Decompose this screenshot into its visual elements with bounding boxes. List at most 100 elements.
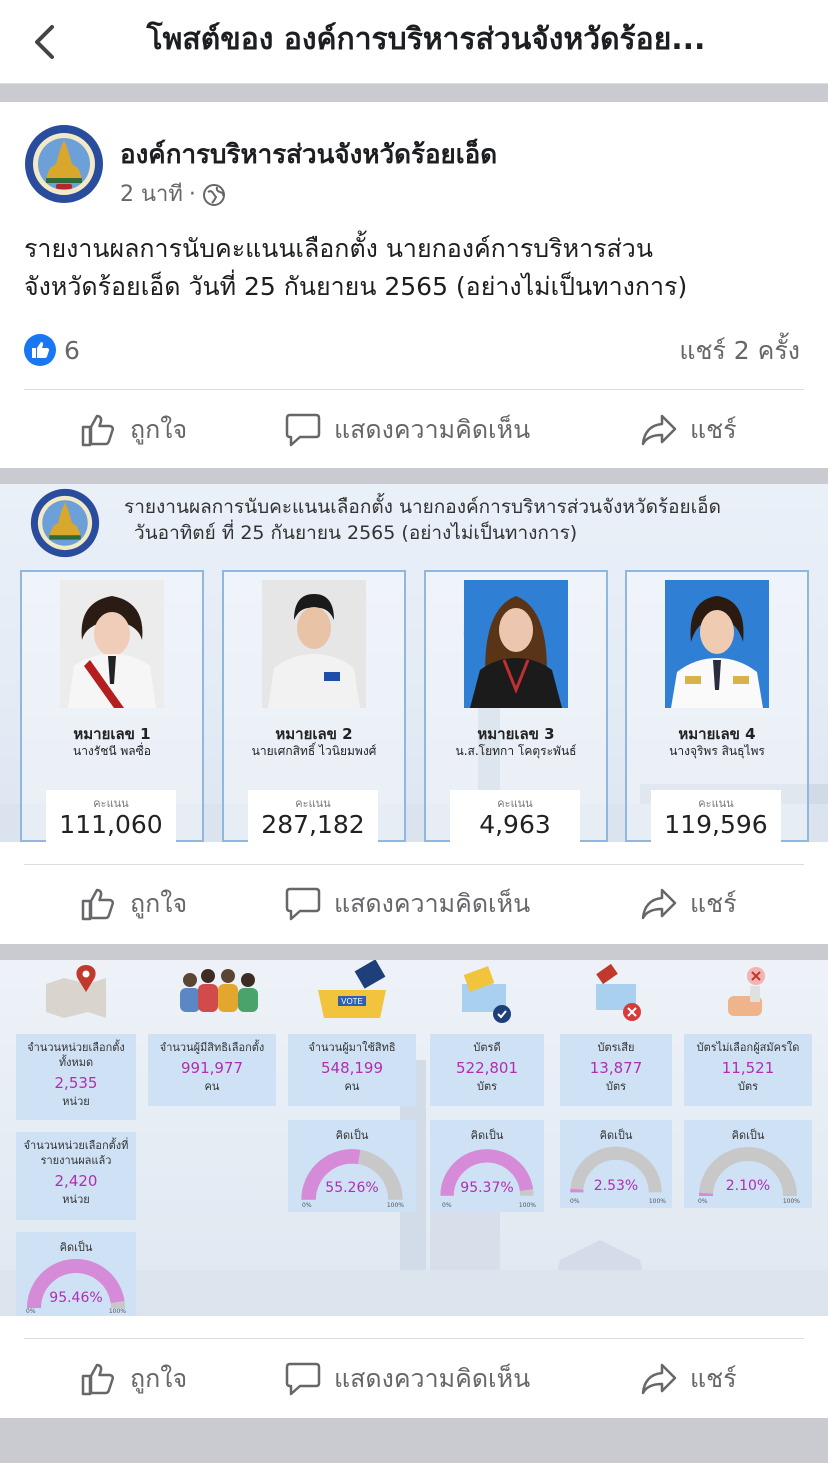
stat-box-valid-ballots: บัตรดี 522,801 บัตร — [430, 1034, 544, 1106]
post-text: รายงานผลการนับคะแนนเลือกตั้ง นายกองค์การ… — [24, 230, 814, 306]
meta-separator: · — [188, 182, 196, 207]
candidate-photo — [262, 580, 366, 708]
stat-unit: บัตร — [737, 1080, 759, 1093]
stat-box-invalid-ballots: บัตรเสีย 13,877 บัตร — [560, 1034, 672, 1106]
share-count[interactable]: แชร์ 2 ครั้ง — [679, 334, 800, 368]
post-text-line: รายงานผลการนับคะแนนเลือกตั้ง นายกองค์การ… — [24, 234, 653, 263]
ballot-box-icon: VOTE — [318, 960, 386, 1018]
like-label: ถูกใจ — [130, 889, 188, 918]
share-arrow-icon — [641, 888, 677, 920]
stat-value: 548,199 — [320, 1059, 384, 1077]
thumbs-up-icon — [81, 414, 115, 447]
gauge-scale-min: 0% — [26, 1308, 36, 1315]
back-button[interactable] — [28, 22, 60, 62]
like-reaction-icon — [24, 334, 56, 366]
gauge-scale-min: 0% — [442, 1202, 452, 1209]
thumbs-up-icon — [81, 1363, 115, 1396]
map-pin-icon — [46, 965, 106, 1018]
gauge-scale-min: 0% — [570, 1198, 580, 1205]
vote-count: 4,963 — [479, 810, 551, 839]
gauge-label: คิดเป็น — [59, 1241, 93, 1254]
comment-bubble-icon — [285, 887, 321, 921]
action-bar: ถูกใจ แสดงความคิดเห็น แชร์ — [0, 866, 828, 942]
like-button[interactable]: ถูกใจ — [80, 410, 187, 450]
candidate-card: หมายเลข 4 นางจุริพร สินธุไพร คะแนน 119,5… — [625, 570, 809, 846]
share-button[interactable]: แชร์ — [640, 884, 737, 924]
stat-label: บัตรไม่เลือกผู้สมัครใด — [696, 1041, 800, 1054]
candidate-photo — [60, 580, 164, 708]
stat-label: บัตรเสีย — [597, 1041, 635, 1054]
no-vote-hand-icon — [728, 967, 765, 1016]
gauge-chart — [301, 1149, 403, 1201]
share-button[interactable]: แชร์ — [640, 1359, 737, 1399]
stat-box-no-vote-ballots: บัตรไม่เลือกผู้สมัครใด 11,521 บัตร — [684, 1034, 812, 1106]
stat-box-reported-units: จำนวนหน่วยเลือกตั้งที่รายงานผลแล้ว 2,420… — [16, 1132, 136, 1220]
like-button[interactable]: ถูกใจ — [80, 884, 187, 924]
divider — [24, 864, 804, 865]
divider — [24, 389, 804, 390]
like-summary[interactable]: 6 — [24, 334, 80, 366]
vote-count: 287,182 — [261, 810, 365, 839]
candidate-photo — [464, 580, 568, 708]
thumbs-up-icon — [81, 888, 115, 921]
page-name[interactable]: องค์การบริหารส่วนจังหวัดร้อยเอ็ด — [120, 138, 497, 172]
gauge-no-vote: คิดเป็น 2.10% 0% 100% — [684, 1120, 812, 1208]
report-title-line: รายงานผลการนับคะแนนเลือกตั้ง นายกองค์การ… — [124, 496, 721, 518]
comment-button[interactable]: แสดงความคิดเห็น — [284, 884, 530, 924]
stat-unit: คน — [344, 1080, 360, 1093]
stat-unit: หน่วย — [62, 1193, 90, 1206]
gauge-scale-min: 0% — [698, 1198, 708, 1205]
post-meta: 2 นาที · — [120, 180, 226, 210]
gauge-value: 2.10% — [725, 1178, 771, 1194]
gauge-label: คิดเป็น — [335, 1129, 369, 1142]
stat-unit: คน — [204, 1080, 220, 1093]
gauge-value: 95.37% — [460, 1180, 514, 1196]
candidate-name: นายเศกสิทธิ์ ไวนิยมพงศ์ — [251, 744, 377, 758]
like-count: 6 — [64, 335, 80, 365]
candidate-name: นางรัชนี พลซื่อ — [72, 744, 152, 758]
gauge-scale-max: 100% — [782, 1198, 800, 1205]
gauge-scale-max: 100% — [518, 1202, 536, 1209]
share-button[interactable]: แชร์ — [640, 410, 737, 450]
gauge-invalid: คิดเป็น 2.53% 0% 100% — [560, 1120, 672, 1208]
stat-box-eligible-voters: จำนวนผู้มีสิทธิเลือกตั้ง 991,977 คน — [148, 1034, 276, 1106]
vote-badge: VOTE — [341, 997, 363, 1006]
stat-box-total-units: จำนวนหน่วยเลือกตั้งทั้งหมด 2,535 หน่วย — [16, 1034, 136, 1120]
stat-label: จำนวนผู้มีสิทธิเลือกตั้ง — [159, 1041, 265, 1054]
post-time[interactable]: 2 นาที — [120, 180, 183, 210]
like-button[interactable]: ถูกใจ — [80, 1359, 187, 1399]
action-bar: ถูกใจ แสดงความคิดเห็น แชร์ — [0, 1341, 828, 1417]
divider — [24, 1338, 804, 1339]
stat-value: 991,977 — [180, 1059, 244, 1077]
candidate-card: หมายเลข 1 นางรัชนี พลซื่อ คะแนน 111,060 — [20, 570, 204, 846]
gauge-value: 95.46% — [49, 1290, 103, 1306]
comment-label: แสดงความคิดเห็น — [334, 889, 531, 918]
gauge-turnout: คิดเป็น 55.26% 0% 100% — [288, 1120, 416, 1212]
candidate-card: หมายเลข 3 น.ส.โยทกา โคตุระพันธ์ คะแนน 4,… — [424, 570, 608, 846]
vote-box: คะแนน 4,963 — [450, 790, 580, 846]
stat-unit: หน่วย — [62, 1095, 90, 1108]
stat-unit: บัตร — [605, 1080, 627, 1093]
vote-box: คะแนน 111,060 — [46, 790, 176, 846]
comment-button[interactable]: แสดงความคิดเห็น — [284, 1359, 530, 1399]
page-avatar[interactable] — [24, 124, 104, 204]
stat-value: 2,420 — [54, 1172, 98, 1190]
comment-label: แสดงความคิดเห็น — [334, 1364, 531, 1393]
gauge-scale-max: 100% — [386, 1202, 404, 1209]
gauge-scale-max: 100% — [108, 1308, 126, 1315]
comment-bubble-icon — [285, 1362, 321, 1396]
candidate-photo — [665, 580, 769, 708]
candidate-card: หมายเลข 2 นายเศกสิทธิ์ ไวนิยมพงศ์ คะแนน … — [222, 570, 406, 846]
chevron-left-icon — [35, 25, 54, 59]
report-title-line: วันอาทิตย์ ที่ 25 กันยายน 2565 (อย่างไม่… — [134, 522, 578, 544]
stat-box-turnout: จำนวนผู้มาใช้สิทธิ 548,199 คน — [288, 1034, 416, 1106]
comment-button[interactable]: แสดงความคิดเห็น — [284, 410, 530, 450]
invalid-ballot-icon — [596, 963, 641, 1021]
stat-label: บัตรดี — [473, 1041, 501, 1054]
gauge-value: 2.53% — [593, 1178, 639, 1194]
stat-value: 522,801 — [455, 1059, 519, 1077]
comment-label: แสดงความคิดเห็น — [334, 415, 531, 444]
action-bar: ถูกใจ แสดงความคิดเห็น แชร์ — [0, 392, 828, 468]
stat-value: 2,535 — [54, 1074, 98, 1092]
top-bar: โพสต์ของ องค์การบริหารส่วนจังหวัดร้อย... — [0, 0, 828, 84]
